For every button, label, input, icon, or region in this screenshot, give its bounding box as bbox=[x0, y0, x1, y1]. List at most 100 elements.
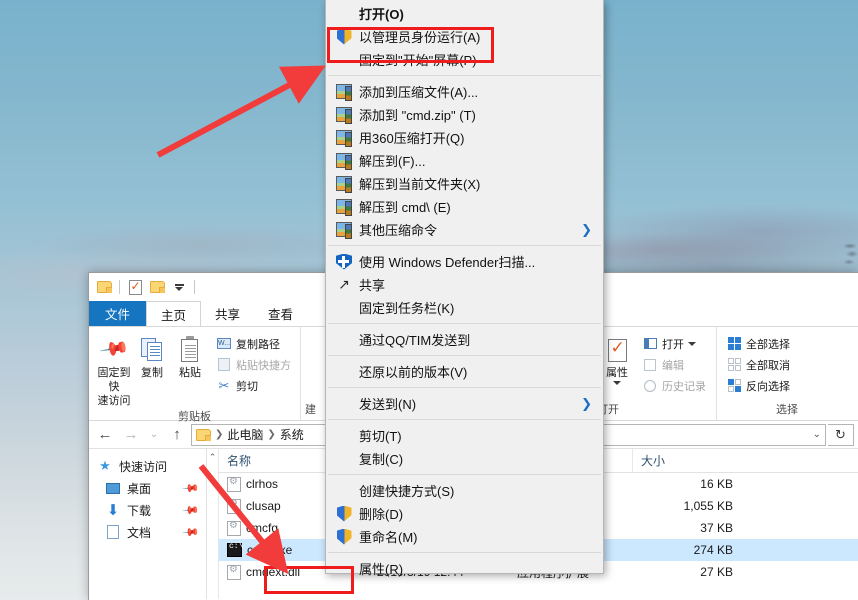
copy-button[interactable]: 复制 bbox=[133, 331, 171, 408]
menu-item-send-to[interactable]: 发送到(N) ❯ bbox=[326, 392, 603, 415]
menu-item-copy[interactable]: 复制(C) bbox=[326, 447, 603, 470]
archive-icon bbox=[334, 221, 354, 239]
paste-label: 粘贴 bbox=[179, 367, 201, 379]
menu-item-extract-to[interactable]: 解压到(F)... bbox=[326, 149, 603, 172]
dll-icon bbox=[227, 520, 241, 536]
open-button[interactable]: 打开 bbox=[639, 333, 709, 354]
select-all-button[interactable]: 全部选择 bbox=[723, 333, 793, 354]
download-icon: ⬇ bbox=[106, 502, 120, 519]
no-icon bbox=[334, 450, 354, 468]
menu-item-add-to-archive[interactable]: 添加到压缩文件(A)... bbox=[326, 80, 603, 103]
screenshot-root: 文件 主页 共享 查看 📌 固定到快 速访问 bbox=[0, 0, 858, 600]
menu-item-create-shortcut-label: 创建快捷方式(S) bbox=[359, 484, 455, 499]
sidebar-item-downloads-label: 下载 bbox=[127, 503, 152, 518]
menu-item-other-archive-commands[interactable]: 其他压缩命令 ❯ bbox=[326, 218, 603, 241]
menu-item-send-via-qq-label: 通过QQ/TIM发送到 bbox=[359, 333, 471, 348]
menu-item-run-as-administrator[interactable]: 以管理员身份运行(A) bbox=[326, 25, 603, 48]
open-caret-icon[interactable] bbox=[688, 341, 696, 346]
invert-selection-button[interactable]: 反向选择 bbox=[723, 375, 793, 396]
menu-item-rename[interactable]: 重命名(M) bbox=[326, 525, 603, 548]
no-icon bbox=[334, 363, 354, 381]
breadcrumb-this-pc[interactable]: 此电脑 bbox=[227, 426, 263, 443]
ribbon-group-open: ✓ 属性 打开 编辑 历史记录 打开 bbox=[589, 327, 717, 420]
select-all-icon bbox=[726, 336, 742, 352]
file-size: 37 KB bbox=[700, 521, 733, 535]
properties-label: 属性 bbox=[606, 367, 628, 379]
menu-item-open-with-360zip-label: 用360压缩打开(Q) bbox=[359, 131, 465, 146]
menu-item-delete[interactable]: 删除(D) bbox=[326, 502, 603, 525]
file-name: clrhos bbox=[246, 477, 279, 491]
menu-item-delete-label: 删除(D) bbox=[359, 507, 404, 522]
paste-button[interactable]: 粘贴 bbox=[171, 331, 209, 408]
cut-button[interactable]: ✂ 剪切 bbox=[213, 375, 294, 396]
open-window-icon bbox=[642, 336, 658, 352]
dll-icon bbox=[227, 564, 241, 580]
tab-share[interactable]: 共享 bbox=[201, 301, 254, 326]
menu-item-cut[interactable]: 剪切(T) bbox=[326, 424, 603, 447]
copy-path-button[interactable]: W... 复制路径 bbox=[213, 333, 294, 354]
chevron-right-icon-2: ❯ bbox=[581, 395, 592, 411]
sidebar-item-quick-access[interactable]: ★ 快速访问 bbox=[89, 455, 206, 477]
cmd-icon bbox=[227, 542, 243, 557]
new-folder-icon[interactable] bbox=[148, 278, 166, 296]
menu-separator bbox=[328, 355, 601, 356]
sidebar-item-downloads[interactable]: ⬇ 下载 📌 bbox=[89, 499, 206, 521]
menu-item-add-to-cmd-zip[interactable]: 添加到 "cmd.zip" (T) bbox=[326, 103, 603, 126]
customize-caret-icon[interactable] bbox=[170, 278, 188, 296]
menu-separator bbox=[328, 419, 601, 420]
properties-caret-icon[interactable] bbox=[613, 380, 621, 385]
tab-home[interactable]: 主页 bbox=[146, 301, 202, 326]
pin-to-quick-access-button[interactable]: 📌 固定到快 速访问 bbox=[95, 331, 133, 408]
menu-separator bbox=[328, 75, 601, 76]
menu-item-extract-to-cmd[interactable]: 解压到 cmd\ (E) bbox=[326, 195, 603, 218]
column-header-size[interactable]: 大小 bbox=[633, 449, 743, 472]
tree-silhouette-icon bbox=[836, 240, 858, 272]
refresh-button[interactable]: ↻ bbox=[828, 423, 854, 446]
copy-label: 复制 bbox=[141, 367, 163, 379]
file-size: 16 KB bbox=[700, 477, 733, 491]
select-none-icon bbox=[726, 357, 742, 373]
menu-item-open-with-360zip[interactable]: 用360压缩打开(Q) bbox=[326, 126, 603, 149]
menu-item-restore-previous-versions-label: 还原以前的版本(V) bbox=[359, 365, 468, 380]
sidebar-item-desktop[interactable]: 桌面 📌 bbox=[89, 477, 206, 499]
menu-item-restore-previous-versions[interactable]: 还原以前的版本(V) bbox=[326, 360, 603, 383]
menu-item-open[interactable]: 打开(O) bbox=[326, 2, 603, 25]
breadcrumb-system[interactable]: 系统 bbox=[280, 426, 304, 443]
menu-item-share[interactable]: ↗ 共享 bbox=[326, 273, 603, 296]
scroll-up-icon[interactable]: ⌃ bbox=[209, 452, 217, 599]
menu-item-run-as-administrator-label: 以管理员身份运行(A) bbox=[359, 30, 481, 45]
paste-shortcut-label: 粘贴快捷方 bbox=[236, 359, 291, 372]
no-icon bbox=[334, 331, 354, 349]
menu-item-pin-to-taskbar[interactable]: 固定到任务栏(K) bbox=[326, 296, 603, 319]
folder-icon[interactable] bbox=[95, 278, 113, 296]
tab-view[interactable]: 查看 bbox=[254, 301, 307, 326]
star-icon: ★ bbox=[99, 458, 111, 473]
pin-icon-downloads[interactable]: 📌 bbox=[182, 501, 201, 519]
menu-separator bbox=[328, 323, 601, 324]
properties-icon[interactable] bbox=[126, 278, 144, 296]
menu-item-properties[interactable]: 属性(R) bbox=[326, 557, 603, 580]
sidebar-item-documents[interactable]: 文档 📌 bbox=[89, 521, 206, 543]
pin-icon-desktop[interactable]: 📌 bbox=[182, 479, 201, 497]
pin-icon-documents[interactable]: 📌 bbox=[182, 523, 201, 541]
dll-icon bbox=[227, 476, 241, 492]
no-icon bbox=[334, 299, 354, 317]
menu-item-pin-to-start[interactable]: 固定到"开始"屏幕(P) bbox=[326, 48, 603, 71]
menu-item-rename-label: 重命名(M) bbox=[359, 530, 418, 545]
menu-item-create-shortcut[interactable]: 创建快捷方式(S) bbox=[326, 479, 603, 502]
select-none-button[interactable]: 全部取消 bbox=[723, 354, 793, 375]
pane-splitter[interactable]: ⌃ bbox=[207, 449, 219, 599]
menu-item-scan-with-defender[interactable]: 使用 Windows Defender扫描... bbox=[326, 250, 603, 273]
menu-item-extract-here[interactable]: 解压到当前文件夹(X) bbox=[326, 172, 603, 195]
file-name: cmdext.dll bbox=[246, 565, 301, 579]
breadcrumb-separator-2: ❯ bbox=[267, 429, 276, 440]
tab-file[interactable]: 文件 bbox=[89, 301, 147, 326]
address-folder-icon bbox=[196, 428, 211, 441]
select-none-label: 全部取消 bbox=[746, 359, 790, 372]
file-size: 274 KB bbox=[693, 543, 733, 557]
navigation-pane: ★ 快速访问 桌面 📌 ⬇ 下载 📌 文档 📌 bbox=[89, 449, 207, 599]
address-dropdown-icon[interactable]: ⌄ bbox=[813, 429, 821, 440]
file-size: 1,055 KB bbox=[683, 499, 733, 513]
sidebar-item-desktop-label: 桌面 bbox=[127, 481, 152, 496]
menu-item-send-via-qq[interactable]: 通过QQ/TIM发送到 bbox=[326, 328, 603, 351]
